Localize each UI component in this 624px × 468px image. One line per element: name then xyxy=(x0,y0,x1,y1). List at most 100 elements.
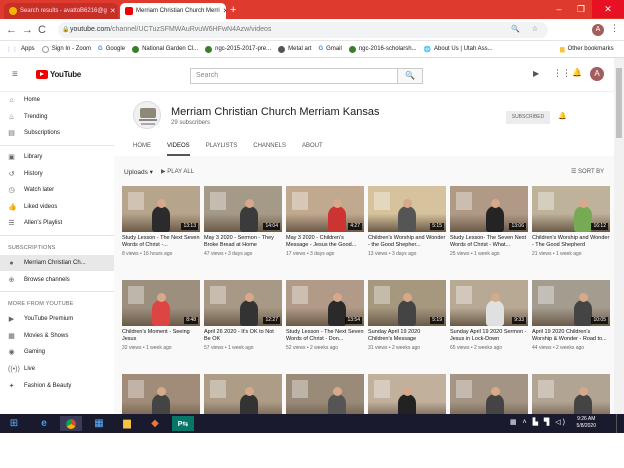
tab-playlists[interactable]: PLAYLISTS xyxy=(206,142,254,156)
app-icon[interactable]: ◆ xyxy=(144,416,166,431)
sort-by-button[interactable]: ☰ SORT BY xyxy=(571,168,604,175)
sidebar-item-allen-s-playlist[interactable]: ☰ Allen's Playlist xyxy=(0,215,114,232)
profile-avatar[interactable]: A xyxy=(592,24,604,36)
tab-channels[interactable]: CHANNELS xyxy=(253,142,302,156)
sidebar-item-browse-channels[interactable]: ⊕ Browse channels xyxy=(0,271,114,288)
video-thumbnail[interactable]: 14:04 xyxy=(204,186,282,232)
video-card[interactable]: 9:33 Sunday April 19 2020 Sermon - Jesus … xyxy=(450,280,528,374)
channel-bell-icon[interactable]: 🔔 xyxy=(558,112,567,120)
video-card[interactable]: 12:27 April 26 2020 - It's OK to Not Be O… xyxy=(204,280,282,374)
hamburger-menu-icon[interactable]: ≡ xyxy=(12,69,18,80)
star-icon[interactable]: ☆ xyxy=(532,22,538,38)
sidebar-item-library[interactable]: ▣ Library xyxy=(0,149,114,166)
tab-videos[interactable]: VIDEOS xyxy=(167,142,190,156)
show-desktop-button[interactable] xyxy=(616,414,624,433)
bookmark-zoom[interactable]: Sign In - Zoom xyxy=(41,45,91,53)
create-video-icon[interactable]: ▶︎ xyxy=(533,69,539,78)
video-title[interactable]: Children's Worship and Wonder - the Good… xyxy=(368,235,446,249)
maximize-button[interactable]: ❐ xyxy=(570,0,592,18)
video-title[interactable]: May 3 2020 - Children's Message - Jesus … xyxy=(286,235,364,249)
bookmark-google[interactable]: G Google xyxy=(98,46,125,52)
video-card[interactable]: 13:54 Study Lesson - The Next Seven Words… xyxy=(286,280,364,374)
video-thumbnail[interactable]: 13:54 xyxy=(286,280,364,326)
start-button[interactable]: ⊞ xyxy=(3,416,25,431)
video-thumbnail[interactable]: 13:13 xyxy=(122,186,200,232)
chrome-icon[interactable] xyxy=(60,416,82,431)
bookmark-metal-art[interactable]: Metal art xyxy=(278,45,312,53)
clock[interactable]: 9:26 AM 5/8/2020 xyxy=(577,416,596,430)
video-title[interactable]: Study Lesson - The Next Seven Words of C… xyxy=(286,329,364,343)
bookmark-apps[interactable]: ⋮⋮ Apps xyxy=(6,46,35,53)
windows-app-icon[interactable]: ▦ xyxy=(88,416,110,431)
close-window-button[interactable]: ✕ xyxy=(592,0,624,18)
apps-grid-icon[interactable]: ⋮⋮ xyxy=(553,68,571,79)
sidebar-item-gaming[interactable]: ◉ Gaming xyxy=(0,344,114,361)
video-card[interactable]: 10:05 April 19 2020 Children's Worship & … xyxy=(532,280,610,374)
video-card[interactable]: 5:19 Sunday April 19 2020 Children's Mess… xyxy=(368,280,446,374)
video-card[interactable]: 13:06 Study Lesson- The Seven Next Words … xyxy=(450,186,528,280)
youtube-logo[interactable]: YouTube xyxy=(36,70,81,79)
notifications-bell-icon[interactable]: 🔔 xyxy=(572,68,582,77)
bookmark-ngc-2016[interactable]: ngc-2016-scholarsh... xyxy=(348,45,417,53)
sidebar-item-liked-videos[interactable]: 👍 Liked videos xyxy=(0,199,114,216)
reload-icon[interactable]: C xyxy=(38,23,46,37)
sidebar-item-merriam-christian-ch[interactable]: ● Merriam Christian Ch... xyxy=(0,254,114,272)
tab-home[interactable]: HOME xyxy=(133,142,167,156)
sidebar-item-fashion-beauty[interactable]: ✦ Fashion & Beauty xyxy=(0,377,114,394)
video-thumbnail[interactable]: 9:33 xyxy=(450,280,528,326)
video-card[interactable]: 5:15 Children's Worship and Wonder - the … xyxy=(368,186,446,280)
tab-close-icon[interactable]: ✕ xyxy=(223,7,226,15)
tab-close-icon[interactable]: ✕ xyxy=(110,7,116,15)
video-title[interactable]: Study Lesson- The Seven Next Words of Ch… xyxy=(450,235,528,249)
video-thumbnail[interactable]: 16:12 xyxy=(532,186,610,232)
ie-icon[interactable]: e xyxy=(33,416,55,431)
video-card[interactable]: 8:48 Children's Moment - Seeing Jesus 32 v… xyxy=(122,280,200,374)
page-scrollbar[interactable] xyxy=(614,58,624,414)
sidebar-item-live[interactable]: ((•)) Live xyxy=(0,361,114,378)
new-tab-button[interactable]: + xyxy=(230,3,236,17)
tab-about[interactable]: ABOUT xyxy=(302,142,339,156)
sidebar-item-trending[interactable]: ♨ Trending xyxy=(0,109,114,126)
scrollbar-thumb[interactable] xyxy=(616,68,622,138)
video-thumbnail[interactable]: 8:48 xyxy=(122,280,200,326)
account-avatar[interactable]: A xyxy=(590,67,604,81)
sidebar-item-movies-shows[interactable]: ▦ Movies & Shows xyxy=(0,328,114,345)
tab-search-results[interactable]: Search results - avattoB6216@g ✕ xyxy=(4,3,118,19)
sidebar-item-youtube-premium[interactable]: ▶ YouTube Premium xyxy=(0,311,114,328)
back-icon[interactable]: ← xyxy=(6,23,17,37)
sidebar-item-history[interactable]: ↺ History xyxy=(0,165,114,182)
system-tray-icons[interactable]: ▦ ˄ ▙ ▜ ◁) xyxy=(510,418,567,426)
forward-icon[interactable]: → xyxy=(22,23,33,37)
video-thumbnail[interactable]: 12:27 xyxy=(204,280,282,326)
video-title[interactable]: Sunday April 19 2020 Sermon - Jesus in L… xyxy=(450,329,528,343)
video-title[interactable]: Children's Worship and Wonder - The Good… xyxy=(532,235,610,249)
video-card[interactable]: 16:12 Children's Worship and Wonder - The… xyxy=(532,186,610,280)
video-title[interactable]: May 3 2020 - Sermon - They Broke Bread a… xyxy=(204,235,282,249)
zoom-icon[interactable]: 🔍 xyxy=(511,22,520,38)
bookmark-ngc-2015[interactable]: ngc-2015-2017-pre... xyxy=(205,45,271,53)
video-title[interactable]: April 26 2020 - It's OK to Not Be OK xyxy=(204,329,282,343)
search-input[interactable]: Search xyxy=(190,68,398,84)
sidebar-item-home[interactable]: ⌂ Home xyxy=(0,92,114,109)
video-title[interactable]: Study Lesson - The Next Seven Words of C… xyxy=(122,235,200,249)
tab-youtube[interactable]: Merriam Christian Church Merri ✕ xyxy=(120,3,226,19)
bookmark-utah[interactable]: 🌐 About Us | Utah Ass... xyxy=(424,46,493,53)
video-thumbnail[interactable]: 5:19 xyxy=(368,280,446,326)
publisher-icon[interactable]: P⇆ xyxy=(172,416,194,431)
video-title[interactable]: April 19 2020 Children's Worship & Wonde… xyxy=(532,329,610,343)
video-card[interactable]: 4:27 May 3 2020 - Children's Message - Je… xyxy=(286,186,364,280)
video-title[interactable]: Children's Moment - Seeing Jesus xyxy=(122,329,200,343)
uploads-dropdown[interactable]: Uploads ▾ xyxy=(124,168,153,176)
bookmark-other[interactable]: ▆ Other bookmarks xyxy=(560,46,614,53)
video-thumbnail[interactable]: 10:05 xyxy=(532,280,610,326)
subscribed-button[interactable]: SUBSCRIBED xyxy=(506,111,550,124)
video-card[interactable]: 14:04 May 3 2020 - Sermon - They Broke Br… xyxy=(204,186,282,280)
sidebar-item-subscriptions[interactable]: ▤ Subscriptions xyxy=(0,125,114,142)
url-bar[interactable]: 🔒 youtube.com/channel/UCTuzSFMWAuRvuW6HF… xyxy=(58,22,548,38)
minimize-button[interactable]: – xyxy=(548,0,570,18)
video-thumbnail[interactable]: 4:27 xyxy=(286,186,364,232)
menu-icon[interactable]: ⋮ xyxy=(610,23,619,34)
play-all-button[interactable]: ▶ PLAY ALL xyxy=(161,168,194,175)
video-thumbnail[interactable]: 13:06 xyxy=(450,186,528,232)
sidebar-item-watch-later[interactable]: ◷ Watch later xyxy=(0,182,114,199)
